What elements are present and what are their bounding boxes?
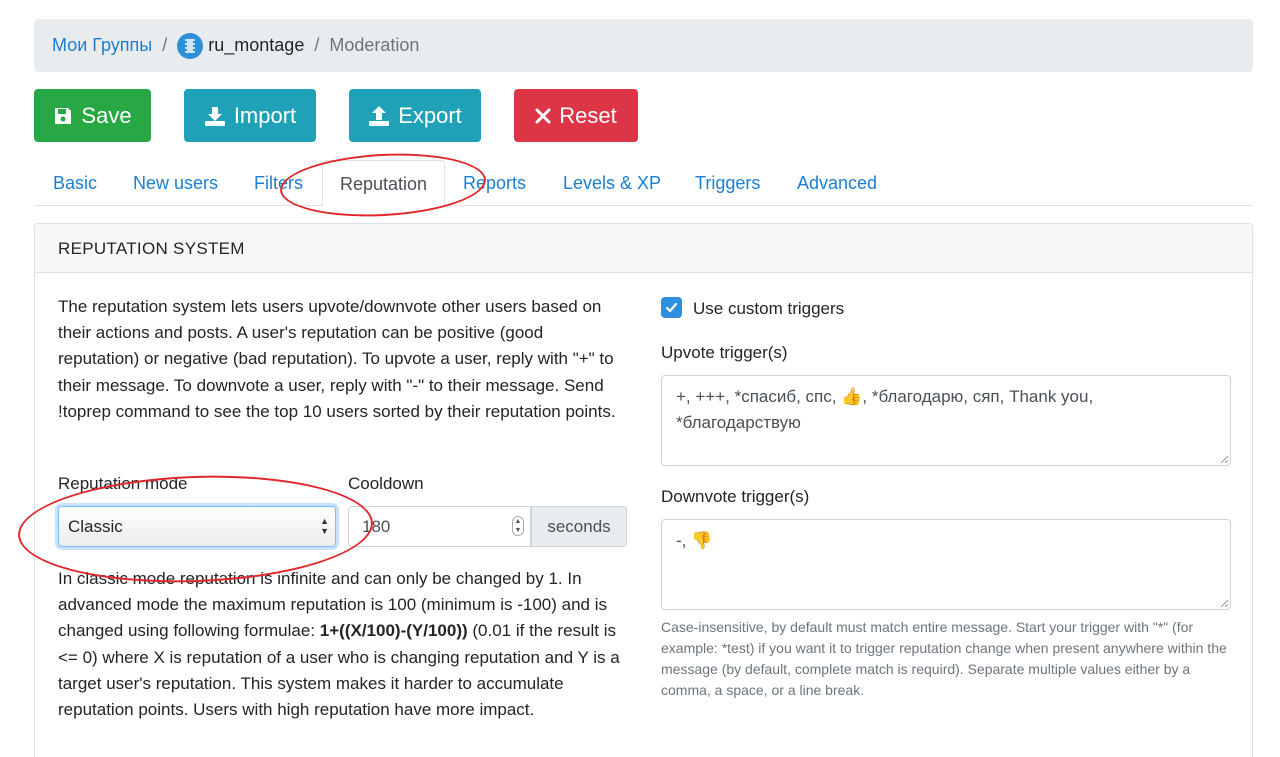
floppy-disk-icon xyxy=(55,107,72,124)
resize-handle-icon[interactable] xyxy=(1220,455,1228,463)
breadcrumb-separator: / xyxy=(314,35,320,55)
tab-reputation[interactable]: Reputation xyxy=(322,160,446,207)
upvote-triggers-value: +, +++, *спасиб, спс, 👍, *благодарю, сяп… xyxy=(676,387,1094,433)
reputation-mode-help: In classic mode reputation is infinite a… xyxy=(58,566,638,723)
reputation-mode-value: Classic xyxy=(68,517,123,536)
breadcrumb-current: Moderation xyxy=(329,35,420,55)
number-spinner-icon[interactable]: ▲ ▼ xyxy=(512,516,524,536)
custom-triggers-checkbox[interactable] xyxy=(661,297,682,318)
breadcrumb-my-groups-link[interactable]: Мои Группы xyxy=(52,35,152,56)
breadcrumb-group-name: ru_montage xyxy=(208,35,305,55)
cooldown-unit: seconds xyxy=(531,506,627,547)
downvote-triggers-value: -, 👎 xyxy=(676,531,713,550)
save-button-label: Save xyxy=(81,102,132,128)
settings-tabs: Basic New users Filters Reputation Repor… xyxy=(34,160,1253,207)
export-button-label: Export xyxy=(398,102,462,128)
cooldown-value: 180 xyxy=(362,517,391,536)
reputation-description: The reputation system lets users upvote/… xyxy=(58,297,616,421)
tab-filters[interactable]: Filters xyxy=(254,160,303,206)
reputation-card: REPUTATION SYSTEM The reputation system … xyxy=(34,223,1253,757)
tab-triggers[interactable]: Triggers xyxy=(695,160,760,206)
tab-advanced[interactable]: Advanced xyxy=(797,160,877,206)
upvote-triggers-label: Upvote trigger(s) xyxy=(661,343,788,362)
downvote-triggers-label: Downvote trigger(s) xyxy=(661,487,810,506)
section-title: REPUTATION SYSTEM xyxy=(35,224,1252,273)
tab-basic[interactable]: Basic xyxy=(53,160,97,206)
tab-reports[interactable]: Reports xyxy=(463,160,526,206)
reset-button-label: Reset xyxy=(559,102,617,128)
breadcrumb-group-link[interactable]: ru_montage xyxy=(177,32,305,59)
breadcrumb-separator: / xyxy=(162,35,168,55)
checkmark-icon xyxy=(665,302,678,313)
upload-icon xyxy=(369,105,390,126)
tab-levels-xp[interactable]: Levels & XP xyxy=(563,160,661,206)
cooldown-label: Cooldown xyxy=(348,474,424,493)
film-icon xyxy=(177,32,204,59)
reputation-mode-label: Reputation mode xyxy=(58,474,188,493)
trigger-help-text: Case-insensitive, by default must match … xyxy=(661,619,1227,698)
breadcrumb: Мои Группы / ru_montage / Moderation xyxy=(34,19,1253,72)
reputation-mode-select[interactable]: Classic ▲ ▼ xyxy=(58,506,336,547)
tab-new-users[interactable]: New users xyxy=(133,160,218,206)
download-icon xyxy=(204,106,225,126)
save-button[interactable]: Save xyxy=(34,89,151,142)
reset-button[interactable]: Reset xyxy=(514,89,638,142)
upvote-triggers-textarea[interactable]: +, +++, *спасиб, спс, 👍, *благодарю, сяп… xyxy=(661,375,1231,466)
resize-handle-icon[interactable] xyxy=(1220,599,1228,607)
import-button-label: Import xyxy=(233,102,297,128)
select-arrows-icon: ▲ ▼ xyxy=(320,516,329,536)
downvote-triggers-textarea[interactable]: -, 👎 xyxy=(661,519,1231,610)
cooldown-input[interactable]: 180 ▲ ▼ xyxy=(348,506,531,547)
import-button[interactable]: Import xyxy=(184,89,316,142)
export-button[interactable]: Export xyxy=(349,89,481,142)
custom-triggers-label[interactable]: Use custom triggers xyxy=(693,299,844,319)
close-icon xyxy=(535,108,551,123)
mode-help-formula: 1+((X/100)-(Y/100)) xyxy=(319,621,468,641)
